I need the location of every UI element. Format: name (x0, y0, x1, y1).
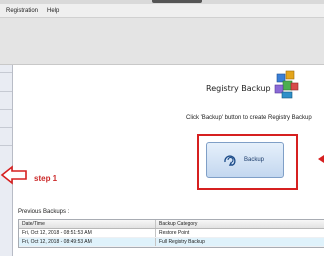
table-header: Date/Time Backup Category (19, 220, 324, 229)
menu-registration[interactable]: Registration (6, 8, 38, 14)
step-arrow-icon (0, 165, 27, 185)
table-row[interactable]: Fri, Oct 12, 2018 - 08:51:53 AM Restore … (19, 229, 324, 238)
previous-backups-table: Date/Time Backup Category Fri, Oct 12, 2… (18, 219, 324, 248)
column-header-category[interactable]: Backup Category (156, 220, 324, 228)
cell-category: Restore Point (159, 230, 190, 236)
sidebar-divider (0, 72, 12, 73)
sidebar (0, 65, 13, 256)
page-title: Registry Backup (206, 84, 271, 93)
sidebar-divider (0, 127, 12, 128)
cell-datetime: Fri, Oct 12, 2018 - 08:49:53 AM (19, 238, 156, 246)
menu-help[interactable]: Help (47, 8, 59, 14)
arrow-left-icon (318, 155, 324, 163)
cell-datetime: Fri, Oct 12, 2018 - 08:51:53 AM (19, 229, 156, 237)
column-header-datetime[interactable]: Date/Time (19, 220, 156, 228)
sidebar-divider (0, 91, 12, 92)
toolbar-area (0, 18, 324, 65)
sidebar-divider (0, 109, 12, 110)
registry-cubes-icon (274, 70, 299, 99)
instruction-text: Click 'Backup' button to create Registry… (186, 115, 312, 121)
cell-category: Full Registry Backup (159, 239, 205, 245)
step-label: step 1 (34, 174, 58, 183)
backup-button-label: Backup (244, 157, 265, 163)
backup-refresh-icon (224, 155, 236, 166)
table-row[interactable]: Fri, Oct 12, 2018 - 08:49:53 AM Full Reg… (19, 238, 324, 247)
sidebar-divider (0, 145, 12, 146)
menu-bar: Registration Help (0, 4, 324, 18)
backup-button[interactable]: Backup (206, 142, 284, 178)
previous-backups-label: Previous Backups : (18, 209, 70, 215)
title-bar-fragment (152, 0, 202, 3)
